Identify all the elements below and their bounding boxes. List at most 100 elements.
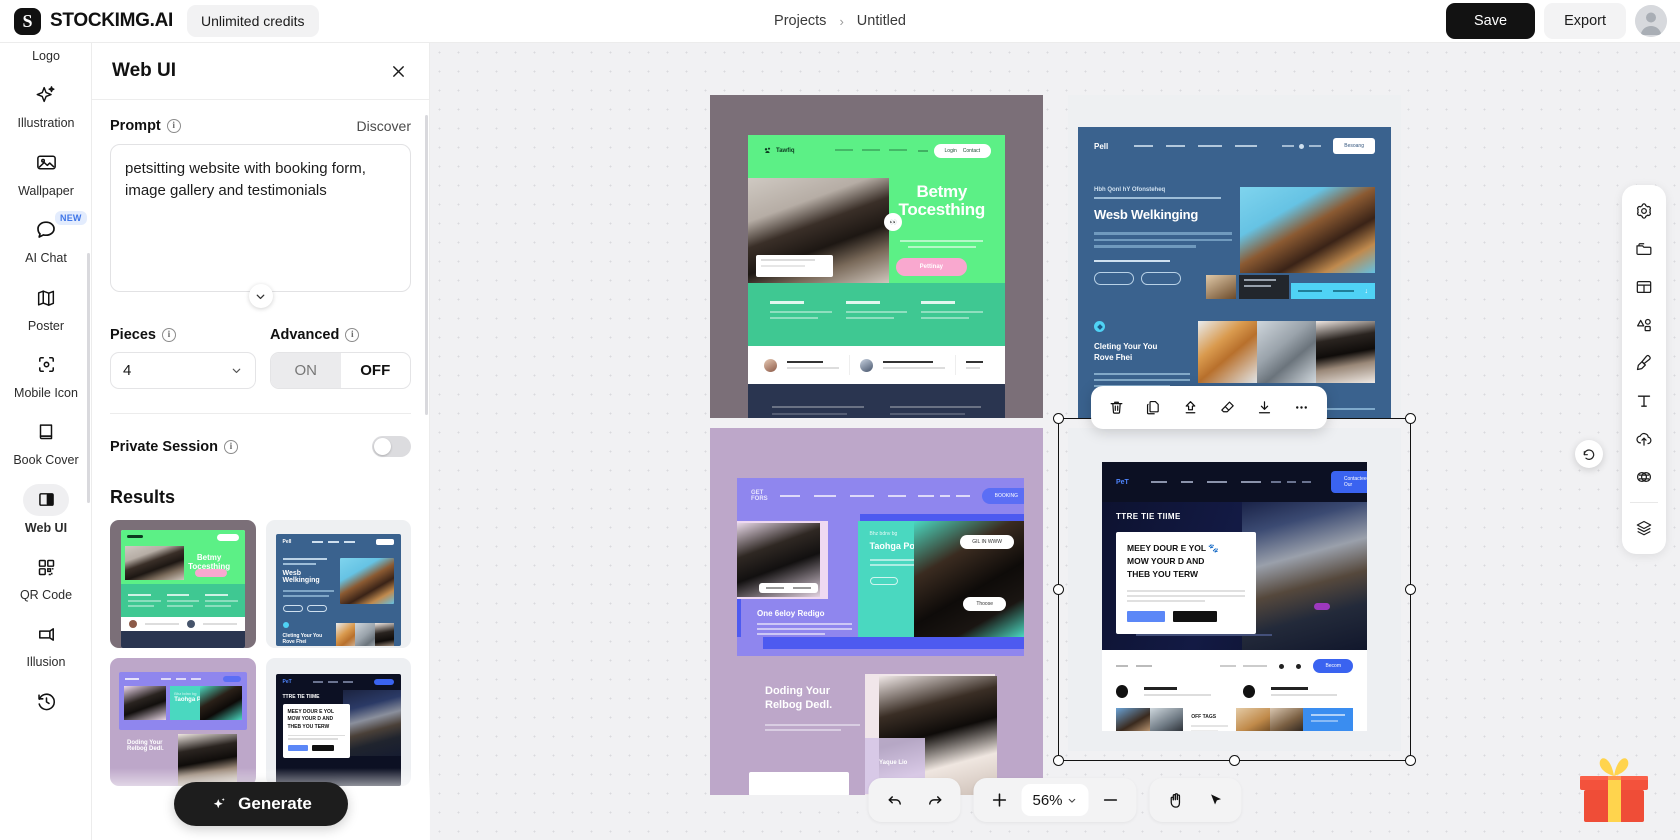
sidebar-item-ai-chat[interactable]: NEW AI Chat	[0, 205, 92, 272]
sidebar-item-label: AI Chat	[25, 251, 67, 265]
sidebar-item-logo[interactable]: Logo	[0, 49, 92, 70]
cloud-upload-icon[interactable]	[1627, 422, 1661, 456]
folder-icon[interactable]	[1627, 232, 1661, 266]
top-actions: Save Export	[1446, 3, 1680, 39]
prompt-expand-chevron-down-icon[interactable]	[249, 284, 273, 308]
info-icon[interactable]: i	[162, 328, 176, 342]
resize-handle-bottom-left[interactable]	[1053, 755, 1064, 766]
sidebar-item-qr-code[interactable]: QR Code	[0, 542, 92, 609]
breadcrumb-root[interactable]: Projects	[774, 13, 826, 29]
zoom-in-button[interactable]	[981, 782, 1017, 818]
settings-icon[interactable]	[1627, 194, 1661, 228]
rotate-icon[interactable]	[1575, 440, 1603, 468]
object-context-toolbar	[1091, 386, 1327, 429]
illusion-icon	[23, 618, 69, 650]
section-divider	[110, 413, 411, 414]
generate-label: Generate	[238, 794, 312, 814]
private-session-row: Private Session i	[110, 436, 411, 457]
result-thumb-4[interactable]: PeT TTRE TIE TIIME MEEY DOUR E YOLMOW YO…	[266, 658, 412, 786]
sidebar-item-label: Illusion	[27, 655, 66, 669]
info-icon[interactable]: i	[224, 440, 238, 454]
sidebar-item-mobile-icon[interactable]: Mobile Icon	[0, 340, 92, 407]
private-session-toggle[interactable]	[372, 436, 411, 457]
advanced-off-button[interactable]: OFF	[341, 353, 411, 388]
close-icon[interactable]	[387, 60, 409, 82]
shapes-icon[interactable]	[1627, 308, 1661, 342]
brush-icon[interactable]	[1627, 346, 1661, 380]
gift-box-icon[interactable]	[1572, 748, 1656, 826]
prompt-input[interactable]	[110, 144, 411, 292]
template-icon[interactable]	[1627, 270, 1661, 304]
panel-title: Web UI	[112, 60, 176, 82]
pieces-label-text: Pieces	[110, 327, 156, 343]
sidebar-item-wallpaper[interactable]: Wallpaper	[0, 138, 92, 205]
resize-handle-middle-right[interactable]	[1405, 584, 1416, 595]
advanced-on-button[interactable]: ON	[271, 353, 341, 388]
cursor-icon[interactable]	[1198, 782, 1234, 818]
chevron-down-icon	[230, 364, 243, 377]
info-icon[interactable]: i	[345, 328, 359, 342]
effects-icon[interactable]	[1627, 460, 1661, 494]
map-icon	[23, 282, 69, 314]
text-icon[interactable]	[1627, 384, 1661, 418]
resize-handle-top-left[interactable]	[1053, 413, 1064, 424]
save-button[interactable]: Save	[1446, 3, 1535, 39]
tool-rail-divider	[1630, 502, 1658, 503]
hand-icon[interactable]	[1158, 782, 1194, 818]
redo-icon[interactable]	[916, 782, 952, 818]
artboard-purple[interactable]: GET FORS BOOKING	[710, 428, 1043, 795]
private-session-label: Private Session i	[110, 439, 238, 455]
upscale-icon[interactable]	[1174, 391, 1207, 424]
zoom-level-select[interactable]: 56%	[1021, 784, 1088, 816]
generate-bar: Generate	[92, 768, 430, 840]
sidebar-item-book-cover[interactable]: Book Cover	[0, 407, 92, 474]
sidebar-item-illusion[interactable]: Illusion	[0, 609, 92, 676]
sidebar-item-poster[interactable]: Poster	[0, 273, 92, 340]
zoom-out-button[interactable]	[1093, 782, 1129, 818]
resize-handle-bottom-center[interactable]	[1229, 755, 1240, 766]
results-heading: Results	[110, 487, 411, 508]
advanced-label-text: Advanced	[270, 327, 339, 343]
result-thumb-1[interactable]: BetmyTocesthing	[110, 520, 256, 648]
private-session-label-text: Private Session	[110, 439, 218, 455]
sparkle-icon	[23, 79, 69, 111]
resize-handle-bottom-right[interactable]	[1405, 755, 1416, 766]
credits-badge[interactable]: Unlimited credits	[187, 5, 318, 37]
design-canvas[interactable]: Tawfiq LoginContact 👀	[430, 43, 1680, 840]
more-icon[interactable]	[1285, 391, 1318, 424]
canvas-bottom-toolbar: 56%	[868, 778, 1241, 822]
advanced-toggle-group: ON OFF	[270, 352, 411, 389]
panel-scrollbar[interactable]	[425, 115, 428, 415]
sidebar-item-history[interactable]	[0, 677, 92, 725]
brand-logo[interactable]: S STOCKIMG.AI	[0, 8, 173, 35]
top-bar: S STOCKIMG.AI Unlimited credits Projects…	[0, 0, 1680, 43]
result-thumb-2[interactable]: Pell Wesb Welkinging	[266, 520, 412, 648]
pieces-select[interactable]: 4	[110, 352, 256, 389]
export-button[interactable]: Export	[1544, 3, 1626, 39]
result-thumb-3[interactable]: Bhz bdnv bg Taohga Poing Doding YourRelb…	[110, 658, 256, 786]
undo-icon[interactable]	[876, 782, 912, 818]
info-icon[interactable]: i	[167, 119, 181, 133]
artboard-green[interactable]: Tawfiq LoginContact 👀	[710, 95, 1043, 418]
qr-code-icon	[23, 551, 69, 583]
eraser-icon[interactable]	[1211, 391, 1244, 424]
generate-button[interactable]: Generate	[174, 782, 348, 826]
sidebar-item-illustration[interactable]: Illustration	[0, 70, 92, 137]
sidebar-item-label: Logo	[32, 49, 60, 63]
duplicate-icon[interactable]	[1137, 391, 1170, 424]
left-nav-list: Logo Illustration	[0, 43, 91, 725]
breadcrumb-current[interactable]: Untitled	[857, 13, 906, 29]
artboard-blue[interactable]: Pell Besoang H	[1068, 95, 1401, 418]
discover-link[interactable]: Discover	[357, 118, 411, 134]
resize-handle-middle-left[interactable]	[1053, 584, 1064, 595]
sidebar-item-web-ui[interactable]: Web UI	[0, 475, 92, 542]
download-icon[interactable]	[1248, 391, 1281, 424]
rail-scrollbar[interactable]	[87, 253, 90, 503]
delete-icon[interactable]	[1100, 391, 1133, 424]
results-grid: BetmyTocesthing	[110, 520, 411, 786]
artboard-dark[interactable]: PeT Contacteed Our TTRE TIE TIIME	[1068, 428, 1401, 751]
avatar[interactable]	[1635, 5, 1667, 37]
layers-icon[interactable]	[1627, 511, 1661, 545]
resize-handle-top-right[interactable]	[1405, 413, 1416, 424]
zoom-level-value: 56%	[1032, 792, 1062, 809]
